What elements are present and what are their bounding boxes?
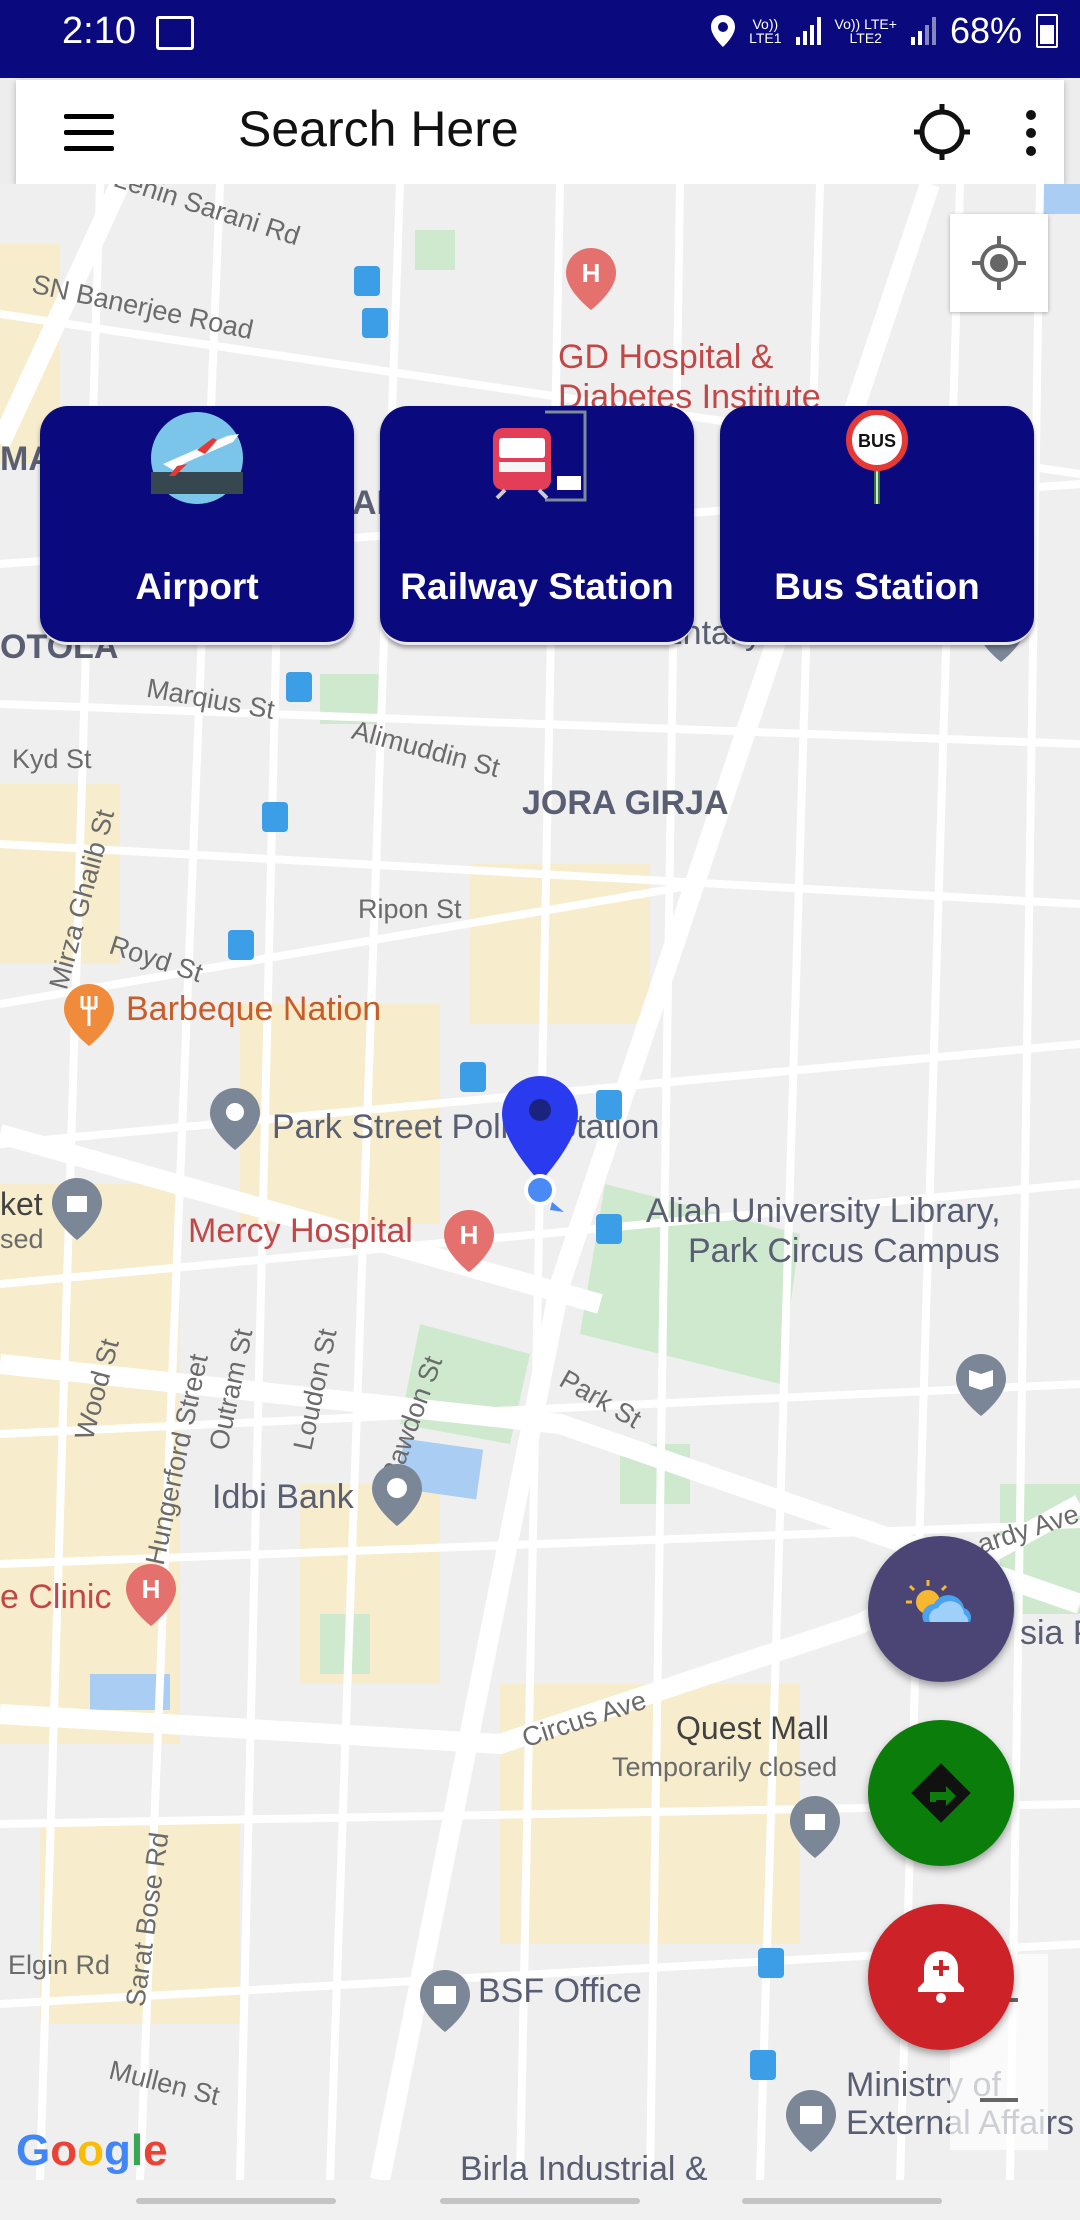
nav-back-handle[interactable] (742, 2198, 942, 2204)
svg-text:H: H (460, 1220, 479, 1250)
bank-label: Idbi Bank (212, 1478, 354, 1516)
hospital-label: e Clinic (0, 1578, 112, 1616)
more-options-icon[interactable] (1026, 110, 1038, 156)
svg-text:H: H (582, 258, 601, 288)
transit-icon[interactable] (354, 266, 380, 296)
place-label: ket (0, 1186, 43, 1222)
train-icon (493, 410, 587, 502)
battery-percent: 68% (949, 10, 1022, 51)
police-pin-icon[interactable] (210, 1088, 260, 1150)
search-bar: Search Here (16, 80, 1064, 184)
restaurant-label: Barbeque Nation (126, 990, 382, 1028)
transit-icon[interactable] (460, 1062, 486, 1092)
office-pin-icon[interactable] (420, 1970, 470, 2032)
road-label: Kyd St (12, 744, 92, 774)
nav-recent-handle[interactable] (136, 2198, 336, 2204)
system-nav-bar (0, 2180, 1080, 2220)
airport-label: Airport (135, 566, 259, 607)
signal-2-icon (910, 17, 936, 45)
airport-card[interactable]: Airport (40, 406, 354, 645)
directions-button[interactable] (868, 1720, 1014, 1866)
transit-icon[interactable] (758, 1948, 784, 1978)
sim2-network: Vo)) LTE+ LTE2 (834, 16, 897, 46)
bank-pin-icon[interactable] (372, 1464, 422, 1526)
area-label: JORA GIRJA (522, 784, 729, 822)
hospital-pin-icon[interactable]: H (444, 1210, 494, 1272)
crosshair-icon[interactable] (912, 102, 972, 162)
emergency-alert-button[interactable] (868, 1904, 1014, 2050)
nav-home-handle[interactable] (440, 2198, 640, 2204)
my-location-button[interactable] (950, 214, 1048, 312)
location-marker-icon[interactable] (502, 1076, 578, 1216)
airplane-icon (151, 412, 243, 504)
road-label: Elgin Rd (8, 1950, 111, 1980)
clock: 2:10 (62, 10, 136, 52)
place-label: GD Hospital & (558, 338, 774, 376)
gallery-notification-icon (156, 16, 194, 50)
svg-text:H: H (142, 1574, 161, 1604)
transit-icon[interactable] (596, 1214, 622, 1244)
category-cards: Airport Railway Station BUS Bus Station (40, 406, 1034, 645)
search-input[interactable]: Search Here (238, 100, 519, 158)
transit-icon[interactable] (262, 802, 288, 832)
transit-icon[interactable] (750, 2050, 776, 2080)
place-label: Park Circus Campus (688, 1232, 1000, 1270)
railway-station-card[interactable]: Railway Station (380, 406, 694, 645)
transit-icon[interactable] (596, 1090, 622, 1120)
office-pin-icon[interactable] (786, 2090, 836, 2152)
mall-status: Temporarily closed (612, 1752, 838, 1782)
restaurant-pin-icon[interactable] (64, 984, 114, 1046)
alarm-bell-icon (918, 1951, 964, 2003)
transit-icon[interactable] (286, 672, 312, 702)
battery-icon (1036, 14, 1058, 48)
my-location-icon (972, 236, 1026, 290)
hospital-label: Mercy Hospital (188, 1212, 413, 1250)
shopping-pin-icon[interactable] (52, 1178, 102, 1240)
transit-icon[interactable] (362, 308, 388, 338)
place-label: sed (0, 1224, 44, 1254)
status-bar: 2:10 Vo)) LTE1 Vo)) LTE+ LTE2 68% (0, 0, 1080, 78)
hospital-pin-icon[interactable]: H (126, 1564, 176, 1626)
bus-badge: BUS (858, 431, 896, 451)
place-label: sia Po (1020, 1614, 1080, 1652)
library-pin-icon[interactable] (956, 1354, 1006, 1416)
place-label: Birla Industrial & (460, 2150, 708, 2180)
directions-icon (911, 1763, 971, 1823)
sim1-network: Vo)) LTE1 (749, 16, 782, 46)
hospital-pin-icon[interactable]: H (566, 248, 616, 310)
place-label: BSF Office (478, 1972, 642, 2010)
bus-station-label: Bus Station (774, 566, 980, 607)
mall-label: Quest Mall (676, 1710, 829, 1746)
railway-station-label: Railway Station (400, 566, 674, 607)
bus-stop-icon: BUS (846, 410, 908, 504)
mall-pin-icon[interactable] (790, 1796, 840, 1858)
weather-button[interactable] (868, 1536, 1014, 1682)
bus-station-card[interactable]: BUS Bus Station (720, 406, 1034, 645)
weather-icon (906, 1580, 972, 1622)
google-logo: Google (16, 2126, 168, 2175)
signal-1-icon (795, 17, 821, 45)
transit-icon[interactable] (228, 930, 254, 960)
location-status-icon (711, 15, 736, 47)
status-icons: Vo)) LTE1 Vo)) LTE+ LTE2 68% (711, 10, 1058, 52)
place-label: Aliah University Library, (646, 1192, 1001, 1230)
road-label: Ripon St (358, 894, 462, 924)
zoom-out-icon[interactable] (980, 2098, 1018, 2102)
menu-icon[interactable] (64, 114, 114, 152)
